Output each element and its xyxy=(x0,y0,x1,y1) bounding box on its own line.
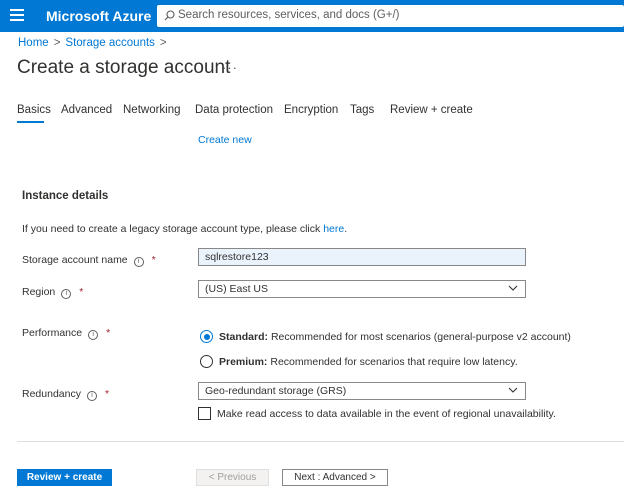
info-icon[interactable]: i xyxy=(86,391,97,401)
tab-data-protection[interactable]: Data protection xyxy=(195,104,273,116)
chevron-down-icon xyxy=(508,387,518,393)
legacy-here-link[interactable]: here xyxy=(323,223,344,235)
storage-account-name-input[interactable]: sqlrestore123 xyxy=(198,248,526,266)
info-icon[interactable]: i xyxy=(133,257,144,267)
info-icon[interactable]: i xyxy=(61,289,72,299)
premium-desc: Recommended for scenarios that require l… xyxy=(270,356,518,368)
required-marker: * xyxy=(104,388,110,400)
chevron-right-icon: > xyxy=(53,37,61,49)
breadcrumb-home[interactable]: Home xyxy=(18,37,49,49)
legacy-text: If you need to create a legacy storage a… xyxy=(22,223,321,235)
page-title: Create a storage account xyxy=(17,57,231,78)
tab-tags[interactable]: Tags xyxy=(350,104,374,116)
region-select[interactable]: (US) East US xyxy=(198,280,526,298)
standard-bold: Standard: xyxy=(219,331,269,343)
performance-label-text: Performance xyxy=(22,327,83,339)
performance-premium-label[interactable]: Premium: Recommended for scenarios that … xyxy=(219,356,518,368)
next-advanced-button[interactable]: Next : Advanced > xyxy=(282,469,388,486)
global-search-input[interactable]: Search resources, services, and docs (G+… xyxy=(157,5,624,27)
tab-networking[interactable]: Networking xyxy=(123,104,181,116)
required-marker: * xyxy=(79,286,84,298)
chevron-down-icon xyxy=(508,285,518,291)
performance-label: Performance i * xyxy=(22,327,110,340)
performance-premium-radio[interactable] xyxy=(200,355,213,368)
redundancy-label-text: Redundancy xyxy=(22,388,81,400)
region-value: (US) East US xyxy=(205,283,269,295)
tab-advanced[interactable]: Advanced xyxy=(61,104,112,116)
tab-encryption[interactable]: Encryption xyxy=(284,104,338,116)
review-create-button[interactable]: Review + create xyxy=(17,469,112,486)
read-access-checkbox[interactable] xyxy=(198,407,211,420)
premium-bold: Premium: xyxy=(219,356,268,368)
tab-basics[interactable]: Basics xyxy=(17,104,51,116)
chevron-right-icon: > xyxy=(159,37,167,49)
search-placeholder: Search resources, services, and docs (G+… xyxy=(178,9,400,21)
breadcrumb-storage-accounts[interactable]: Storage accounts xyxy=(65,37,155,49)
region-label: Region i * xyxy=(22,286,83,299)
top-bar: Microsoft Azure Search resources, servic… xyxy=(0,0,624,32)
standard-desc: Recommended for most scenarios (general-… xyxy=(270,331,571,343)
read-access-label[interactable]: Make read access to data available in th… xyxy=(217,408,556,420)
redundancy-select[interactable]: Geo-redundant storage (GRS) xyxy=(198,382,526,400)
performance-standard-label[interactable]: Standard: Recommended for most scenarios… xyxy=(219,331,571,343)
storage-account-name-label: Storage account name i * xyxy=(22,254,156,267)
required-marker: * xyxy=(106,327,111,339)
name-label-text: Storage account name xyxy=(22,254,128,266)
footer-divider xyxy=(17,441,624,442)
redundancy-label: Redundancy i * xyxy=(22,388,109,401)
legacy-info-text: If you need to create a legacy storage a… xyxy=(22,223,347,235)
legacy-period: . xyxy=(344,223,348,235)
performance-standard-radio[interactable] xyxy=(200,330,213,343)
instance-details-heading: Instance details xyxy=(22,190,109,202)
info-icon[interactable]: i xyxy=(88,330,99,340)
required-marker: * xyxy=(151,254,156,266)
breadcrumb: Home > Storage accounts > xyxy=(18,37,172,49)
more-options-icon[interactable]: ··· xyxy=(222,60,238,75)
previous-button[interactable]: < Previous xyxy=(196,469,269,486)
redundancy-value: Geo-redundant storage (GRS) xyxy=(205,385,347,397)
tab-review-create[interactable]: Review + create xyxy=(390,104,473,116)
hamburger-menu-icon[interactable] xyxy=(10,9,24,23)
create-new-link[interactable]: Create new xyxy=(198,134,252,146)
brand-title[interactable]: Microsoft Azure xyxy=(46,8,151,24)
active-tab-indicator xyxy=(17,121,44,123)
search-icon xyxy=(164,10,175,21)
region-label-text: Region xyxy=(22,286,56,298)
